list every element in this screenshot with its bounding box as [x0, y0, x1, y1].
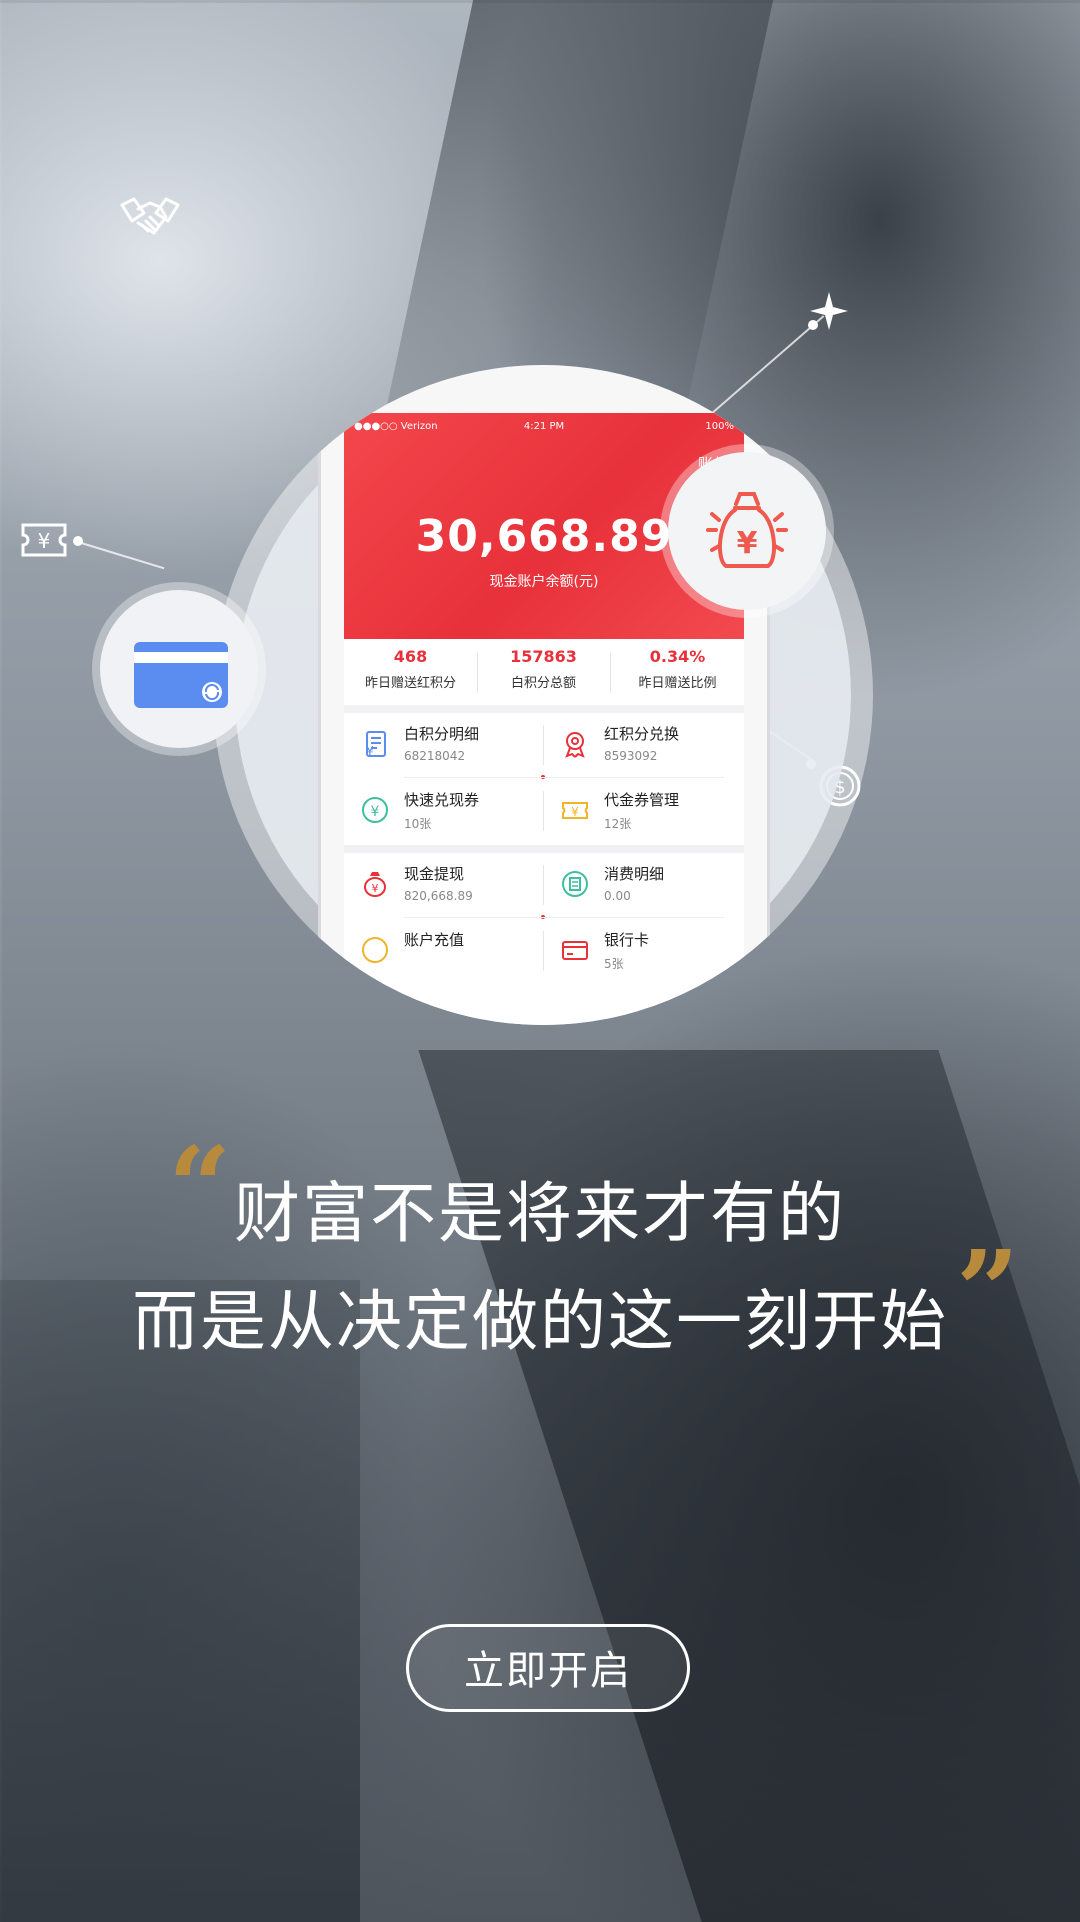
handshake-icon	[120, 197, 180, 235]
svg-text:¥: ¥	[38, 529, 51, 553]
svg-text:¥: ¥	[737, 526, 758, 561]
slogan-line-1: 财富不是将来才有的	[234, 1175, 846, 1252]
money-bag-feature-circle: ¥	[668, 452, 826, 610]
card-feature-circle	[100, 590, 258, 748]
bank-card-icon	[134, 642, 228, 708]
background-building	[0, 1280, 360, 1922]
connector-dot	[808, 320, 818, 330]
money-bag-icon: ¥	[706, 492, 788, 568]
close-quote-mark: ”	[956, 1226, 1020, 1355]
slogan-line-2: 而是从决定做的这一刻开始	[132, 1283, 948, 1360]
yuan-ticket-icon: ¥	[21, 523, 67, 557]
start-now-button[interactable]: 立即开启	[406, 1624, 690, 1712]
